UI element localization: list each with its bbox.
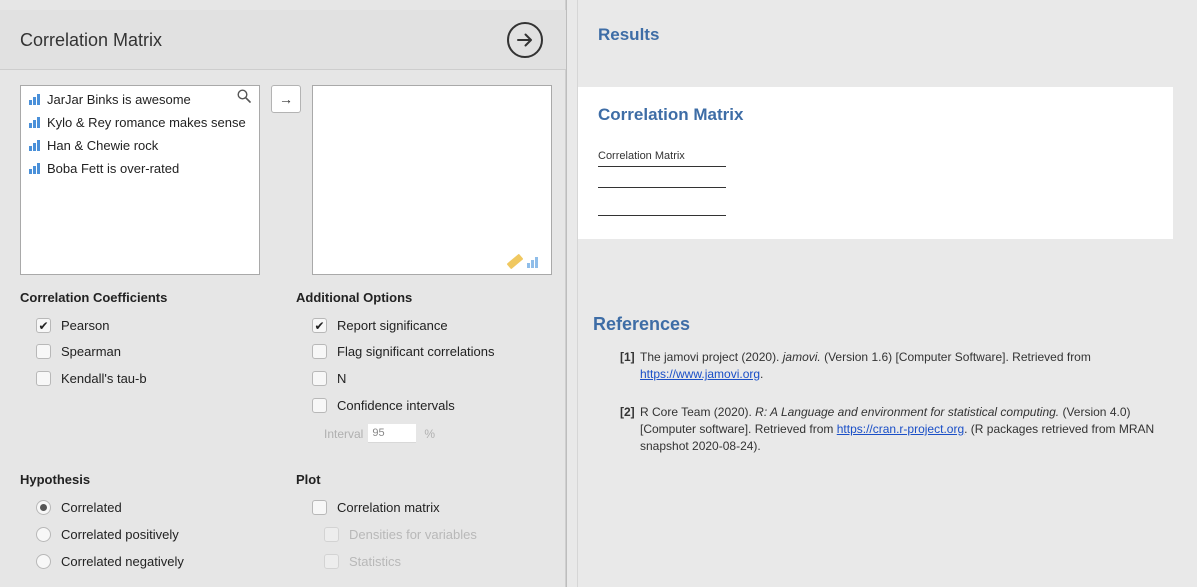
pearson-label: Pearson: [61, 318, 110, 333]
reference-text: R Core Team (2020). R: A Language and en…: [640, 404, 1180, 455]
interval-label: Interval: [324, 426, 364, 441]
checkbox-unchecked-icon: [36, 344, 51, 359]
continuous-variable-icon: [29, 140, 41, 151]
ruler-icon: [506, 253, 524, 270]
checkbox-unchecked-icon: [312, 344, 327, 359]
correlation-matrix-plot-checkbox[interactable]: Correlation matrix: [312, 500, 440, 515]
additional-options-heading: Additional Options: [296, 290, 413, 305]
report-significance-label: Report significance: [337, 318, 448, 333]
table-caption: Correlation Matrix: [598, 150, 685, 162]
plot-heading: Plot: [296, 472, 321, 487]
statistics-checkbox[interactable]: Statistics: [324, 554, 401, 569]
reference-link[interactable]: https://cran.r-project.org: [837, 422, 964, 436]
allowed-types-indicator: [506, 253, 545, 270]
reference-link[interactable]: https://www.jamovi.org: [640, 367, 760, 381]
result-card[interactable]: Correlation Matrix Correlation Matrix: [578, 87, 1173, 239]
variable-label: Han & Chewie rock: [47, 138, 159, 153]
variable-item[interactable]: Kylo & Rey romance makes sense: [21, 111, 259, 134]
references-heading: References: [593, 314, 691, 334]
hypothesis-positive-radio[interactable]: Correlated positively: [36, 527, 179, 542]
flag-significant-label: Flag significant correlations: [337, 344, 495, 359]
statistics-label: Statistics: [349, 554, 402, 569]
reference-number: [2]: [620, 405, 635, 419]
n-checkbox[interactable]: N: [312, 371, 346, 386]
reference-title: R: A Language and environment for statis…: [755, 405, 1060, 419]
confidence-intervals-label: Confidence intervals: [337, 398, 455, 413]
table-bottom-rule: [598, 215, 726, 216]
densities-label: Densities for variables: [349, 527, 477, 542]
reference-authors: The jamovi project (2020).: [640, 350, 783, 364]
panel-splitter[interactable]: [566, 0, 578, 587]
table-top-rule: [598, 166, 726, 167]
correlation-coefficients-heading: Correlation Coefficients: [20, 290, 168, 305]
radio-selected-icon: [36, 500, 51, 515]
kendall-checkbox[interactable]: Kendall's tau-b: [36, 371, 147, 386]
spearman-label: Spearman: [61, 344, 121, 359]
checkbox-checked-icon: ✔: [312, 318, 327, 333]
arrow-right-circle-icon: [517, 33, 532, 47]
results-heading: Results: [598, 25, 660, 44]
options-panel: Correlation Matrix JarJar Binks is aweso…: [0, 0, 566, 587]
results-panel: Results Correlation Matrix Correlation M…: [578, 0, 1197, 587]
continuous-variable-icon: [29, 163, 41, 174]
source-variable-list[interactable]: JarJar Binks is awesome Kylo & Rey roman…: [20, 85, 260, 275]
checkbox-unchecked-icon: [312, 371, 327, 386]
checkbox-disabled-icon: [324, 554, 339, 569]
interval-row: Interval %: [324, 424, 435, 443]
analysis-header: Correlation Matrix: [0, 10, 566, 70]
reference-item: [1] The jamovi project (2020). jamovi. (…: [620, 349, 1180, 383]
report-significance-checkbox[interactable]: ✔ Report significance: [312, 318, 448, 333]
variable-item[interactable]: JarJar Binks is awesome: [21, 88, 259, 111]
target-variable-list[interactable]: [312, 85, 552, 275]
reference-authors: R Core Team (2020).: [640, 405, 756, 419]
hypothesis-correlated-label: Correlated: [61, 500, 122, 515]
spearman-checkbox[interactable]: Spearman: [36, 344, 121, 359]
hypothesis-correlated-radio[interactable]: Correlated: [36, 500, 122, 515]
n-label: N: [337, 371, 347, 386]
radio-unselected-icon: [36, 527, 51, 542]
flag-significant-checkbox[interactable]: Flag significant correlations: [312, 344, 495, 359]
variable-item[interactable]: Boba Fett is over-rated: [21, 157, 259, 180]
variable-label: Kylo & Rey romance makes sense: [47, 115, 246, 130]
kendall-label: Kendall's tau-b: [61, 371, 147, 386]
result-title: Correlation Matrix: [598, 105, 744, 124]
reference-item: [2] R Core Team (2020). R: A Language an…: [620, 404, 1180, 455]
hypothesis-negative-radio[interactable]: Correlated negatively: [36, 554, 184, 569]
checkbox-unchecked-icon: [312, 398, 327, 413]
correlation-matrix-plot-label: Correlation matrix: [337, 500, 440, 515]
table-header-rule: [598, 187, 726, 188]
radio-unselected-icon: [36, 554, 51, 569]
checkbox-unchecked-icon: [312, 500, 327, 515]
go-to-results-button[interactable]: [507, 22, 543, 58]
variable-label: JarJar Binks is awesome: [47, 92, 191, 107]
densities-checkbox[interactable]: Densities for variables: [324, 527, 477, 542]
hypothesis-positive-label: Correlated positively: [61, 527, 179, 542]
checkbox-disabled-icon: [324, 527, 339, 542]
hypothesis-negative-label: Correlated negatively: [61, 554, 184, 569]
reference-details: (Version 1.6) [Computer Software]. Retri…: [820, 350, 1091, 364]
reference-text: The jamovi project (2020). jamovi. (Vers…: [640, 349, 1180, 383]
reference-tail: .: [760, 367, 764, 381]
continuous-variable-icon: [527, 257, 539, 268]
reference-title: jamovi.: [782, 350, 821, 364]
checkbox-checked-icon: ✔: [36, 318, 51, 333]
search-icon[interactable]: [237, 89, 251, 103]
continuous-variable-icon: [29, 117, 41, 128]
variable-label: Boba Fett is over-rated: [47, 161, 180, 176]
move-variables-button[interactable]: →: [271, 85, 301, 113]
reference-number: [1]: [620, 350, 635, 364]
continuous-variable-icon: [29, 94, 41, 105]
interval-input[interactable]: [368, 424, 417, 443]
variable-item[interactable]: Han & Chewie rock: [21, 134, 259, 157]
hypothesis-heading: Hypothesis: [20, 472, 91, 487]
confidence-intervals-checkbox[interactable]: Confidence intervals: [312, 398, 455, 413]
pearson-checkbox[interactable]: ✔ Pearson: [36, 318, 109, 333]
interval-unit: %: [424, 426, 436, 441]
analysis-title: Correlation Matrix: [20, 30, 163, 50]
checkbox-unchecked-icon: [36, 371, 51, 386]
